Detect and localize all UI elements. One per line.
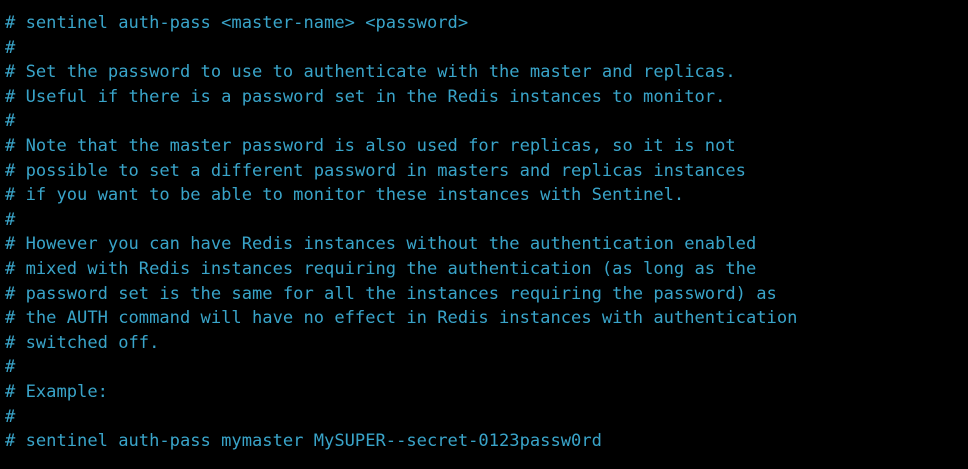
config-comment-line: # — [5, 209, 16, 230]
config-comment-line: # — [5, 357, 16, 378]
config-comment-line: # Set the password to use to authenticat… — [5, 62, 736, 83]
config-comment-line: # if you want to be able to monitor thes… — [5, 185, 685, 206]
config-comment-line: # Useful if there is a password set in t… — [5, 86, 726, 107]
config-comment-line: # Example: — [5, 381, 108, 402]
config-comment-line: # sentinel auth-pass mymaster MySUPER--s… — [5, 431, 602, 452]
terminal-window[interactable]: # sentinel auth-pass <master-name> <pass… — [0, 0, 968, 469]
config-comment-line: # the AUTH command will have no effect i… — [5, 308, 798, 329]
config-comment-line: # However you can have Redis instances w… — [5, 234, 757, 255]
config-comment-line: # mixed with Redis instances requiring t… — [5, 258, 757, 279]
config-comment-line: # password set is the same for all the i… — [5, 283, 777, 304]
config-comment-line: # possible to set a different password i… — [5, 160, 746, 181]
config-comment-line: # switched off. — [5, 332, 160, 353]
config-comment-line: # Note that the master password is also … — [5, 135, 736, 156]
config-comment-line: # sentinel auth-pass <master-name> <pass… — [5, 13, 469, 33]
config-comment-line: # — [5, 111, 16, 132]
config-comment-line: # — [5, 406, 16, 427]
config-comment-line: # — [5, 37, 16, 58]
